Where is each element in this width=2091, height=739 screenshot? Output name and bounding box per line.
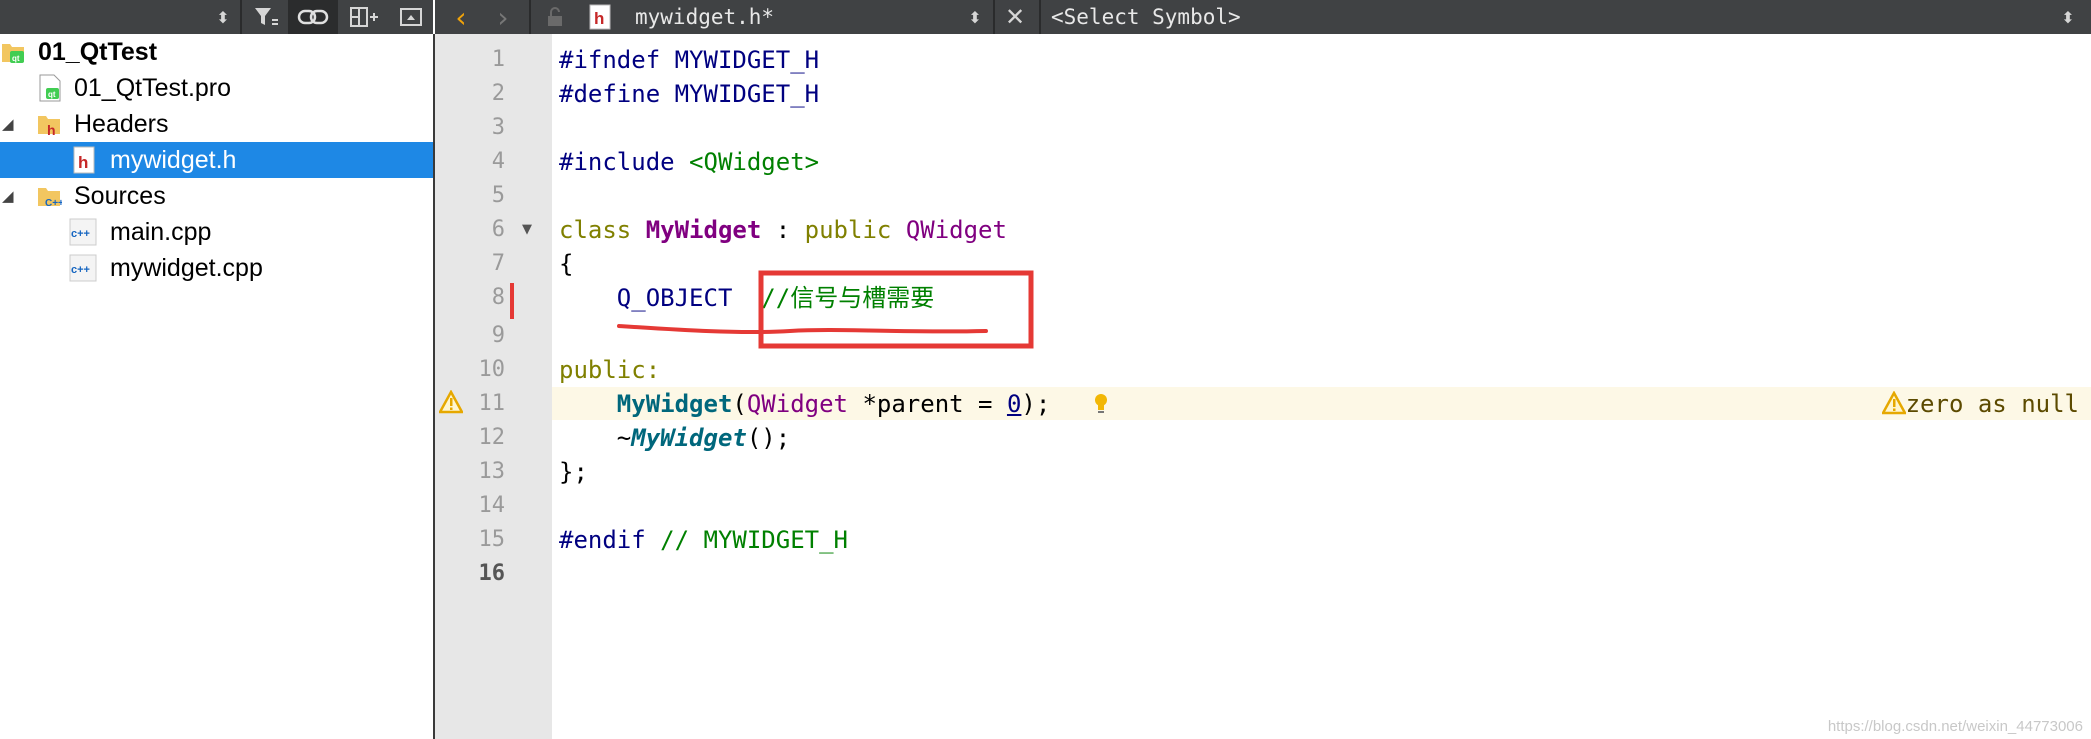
watermark: https://blog.csdn.net/weixin_44773006 <box>1827 718 2083 735</box>
red-annotation <box>617 270 1034 349</box>
annotation-underline <box>617 324 988 335</box>
annotation-box <box>758 270 1034 349</box>
